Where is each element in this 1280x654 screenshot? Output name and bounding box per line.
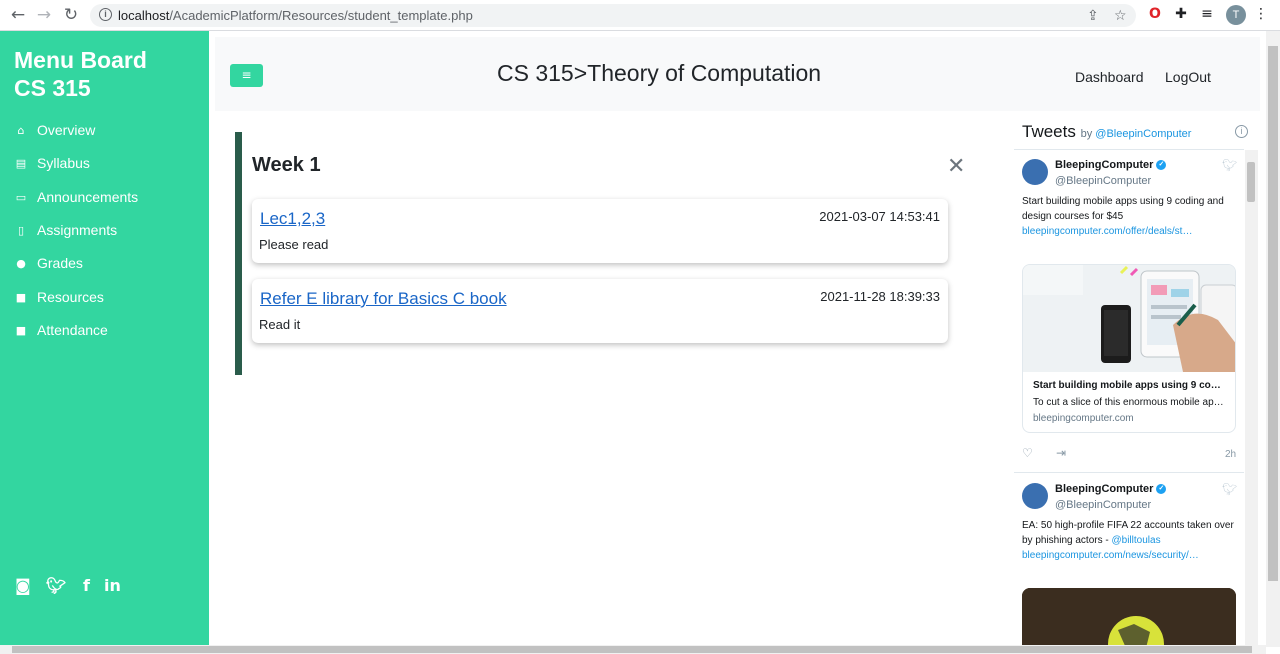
url-text[interactable]: localhost/AcademicPlatform/Resources/stu… [118, 8, 473, 23]
divider [1014, 472, 1244, 473]
twitter-bird-icon[interactable]: 🐦︎ [1222, 158, 1237, 172]
verified-icon: ✓ [1156, 160, 1167, 171]
tweet-mention-link[interactable]: @billtoulas [1112, 535, 1161, 546]
tweet-link-card[interactable]: Start building mobile apps using 9 co… T… [1022, 264, 1236, 433]
dashboard-link[interactable]: Dashboard [1075, 69, 1144, 85]
resource-link[interactable]: Lec1,2,3 [260, 209, 325, 229]
twitter-timeline: Tweets by @BleepinComputer i BleepingCom… [1014, 113, 1260, 654]
sidebar-item-label: Overview [37, 122, 96, 138]
horizontal-scrollbar[interactable] [0, 645, 1266, 654]
close-icon[interactable]: ✕ [947, 154, 965, 179]
resource-description: Read it [259, 317, 301, 332]
page-scrollbar-thumb[interactable] [1268, 46, 1278, 581]
forward-icon[interactable]: → [34, 5, 54, 25]
twitter-bird-icon[interactable]: 🐦︎ [1222, 482, 1237, 496]
sidebar-item-resources[interactable]: ■ Resources [14, 287, 104, 307]
timeline-header: Tweets by @BleepinComputer [1022, 122, 1191, 142]
tweet-card-image [1023, 265, 1235, 372]
resource-link[interactable]: Refer E library for Basics C book [260, 289, 507, 309]
share-icon[interactable]: ⇥ [1056, 446, 1066, 460]
profile-avatar[interactable]: T [1226, 5, 1246, 25]
hamburger-icon: ≡ [241, 68, 252, 82]
bookmark-star-icon[interactable]: ☆ [1114, 8, 1127, 24]
home-icon: ⌂ [17, 123, 25, 137]
sidebar-item-label: Grades [37, 255, 83, 271]
week-section: Week 1 ✕ Lec1,2,3 2021-03-07 14:53:41 Pl… [235, 132, 965, 375]
sidebar-toggle-button[interactable]: ≡ [230, 64, 263, 87]
page-title: CS 315>Theory of Computation [497, 60, 822, 86]
timeline-scrollbar[interactable] [1245, 150, 1258, 654]
share-icon[interactable]: ⇪ [1087, 8, 1099, 24]
back-icon[interactable]: ← [8, 5, 28, 25]
sidebar-item-label: Resources [37, 289, 104, 305]
tweet-link[interactable]: bleepingcomputer.com/news/security/… [1022, 550, 1199, 561]
book-icon: ▤ [15, 156, 27, 170]
sidebar-item-label: Assignments [37, 222, 118, 238]
clipboard-icon: ■ [15, 323, 27, 337]
timeline-handle-link[interactable]: @BleepinComputer [1095, 128, 1191, 140]
twitter-icon[interactable]: 🐦︎ [46, 576, 66, 595]
browser-toolbar: ← → ↻ i localhost/AcademicPlatform/Resou… [0, 0, 1280, 31]
sidebar-item-overview[interactable]: ⌂ Overview [14, 120, 96, 140]
timeline-heading: Tweets [1022, 122, 1076, 141]
timeline-by-label: by [1080, 128, 1093, 140]
facebook-icon[interactable]: f [83, 576, 90, 595]
address-bar[interactable]: i localhost/AcademicPlatform/Resources/s… [90, 4, 1136, 27]
avatar[interactable] [1022, 483, 1048, 509]
opera-extension-icon[interactable]: O [1147, 6, 1163, 22]
tweet-author-handle[interactable]: @BleepinComputer [1055, 499, 1151, 511]
divider [1014, 149, 1244, 150]
week-title: Week 1 [252, 154, 321, 176]
like-heart-icon[interactable]: ♡ [1022, 446, 1033, 460]
sidebar-item-attendance[interactable]: ■ Attendance [14, 320, 108, 340]
avatar[interactable] [1022, 159, 1048, 185]
resource-card: Lec1,2,3 2021-03-07 14:53:41 Please read [252, 199, 948, 263]
resource-date: 2021-11-28 18:39:33 [820, 289, 940, 304]
sidebar-title: Menu Board CS 315 [14, 47, 147, 101]
medal-icon: ● [16, 256, 26, 270]
sidebar-item-assignments[interactable]: ▯ Assignments [14, 220, 117, 240]
verified-icon: ✓ [1156, 484, 1167, 495]
top-navbar: ≡ CS 315>Theory of Computation Dashboard… [215, 37, 1260, 111]
reload-icon[interactable]: ↻ [61, 5, 81, 25]
tweet-author-handle[interactable]: @BleepinComputer [1055, 175, 1151, 187]
tweet-card-domain: bleepingcomputer.com [1033, 413, 1134, 424]
extensions-puzzle-icon[interactable]: ✚ [1173, 6, 1189, 22]
folder-icon: ■ [15, 290, 27, 304]
resource-card: Refer E library for Basics C book 2021-1… [252, 279, 948, 343]
reading-list-icon[interactable]: ≡ [1199, 6, 1215, 22]
tweet-author-name[interactable]: BleepingComputer ✓ [1055, 159, 1167, 171]
tweet-link[interactable]: bleepingcomputer.com/offer/deals/st… [1022, 226, 1192, 237]
tweet-author-name[interactable]: BleepingComputer ✓ [1055, 483, 1167, 495]
resource-date: 2021-03-07 14:53:41 [819, 209, 940, 224]
site-info-icon[interactable]: i [99, 8, 112, 21]
tweet-card-description: To cut a slice of this enormous mobile a… [1033, 397, 1224, 408]
logout-link[interactable]: LogOut [1165, 69, 1211, 85]
sidebar-item-label: Announcements [37, 189, 139, 205]
chat-icon: ▭ [15, 190, 27, 204]
tweet-card-title: Start building mobile apps using 9 co… [1033, 380, 1221, 391]
tweet-time[interactable]: 2h [1225, 449, 1236, 460]
sidebar-item-grades[interactable]: ● Grades [14, 253, 83, 273]
file-icon: ▯ [17, 223, 25, 237]
tweet-text: Start building mobile apps using 9 codin… [1022, 196, 1224, 237]
horizontal-scrollbar-thumb[interactable] [12, 646, 1252, 653]
browser-menu-icon[interactable]: ⋮ [1253, 6, 1269, 22]
sidebar: Menu Board CS 315 ⌂ Overview ▤ Syllabus ▭ A… [0, 31, 209, 654]
info-icon[interactable]: i [1235, 125, 1248, 138]
sidebar-item-announcements[interactable]: ▭ Announcements [14, 187, 138, 207]
page-scrollbar[interactable] [1266, 31, 1280, 647]
sidebar-item-label: Attendance [37, 322, 108, 338]
instagram-icon[interactable]: ◙ [15, 576, 31, 595]
sidebar-item-label: Syllabus [37, 155, 90, 171]
timeline-scrollbar-thumb[interactable] [1247, 162, 1255, 202]
linkedin-icon[interactable]: in [104, 576, 121, 595]
tweet-text: EA: 50 high-profile FIFA 22 accounts tak… [1022, 520, 1234, 561]
sidebar-item-syllabus[interactable]: ▤ Syllabus [14, 153, 90, 173]
resource-description: Please read [259, 237, 329, 252]
